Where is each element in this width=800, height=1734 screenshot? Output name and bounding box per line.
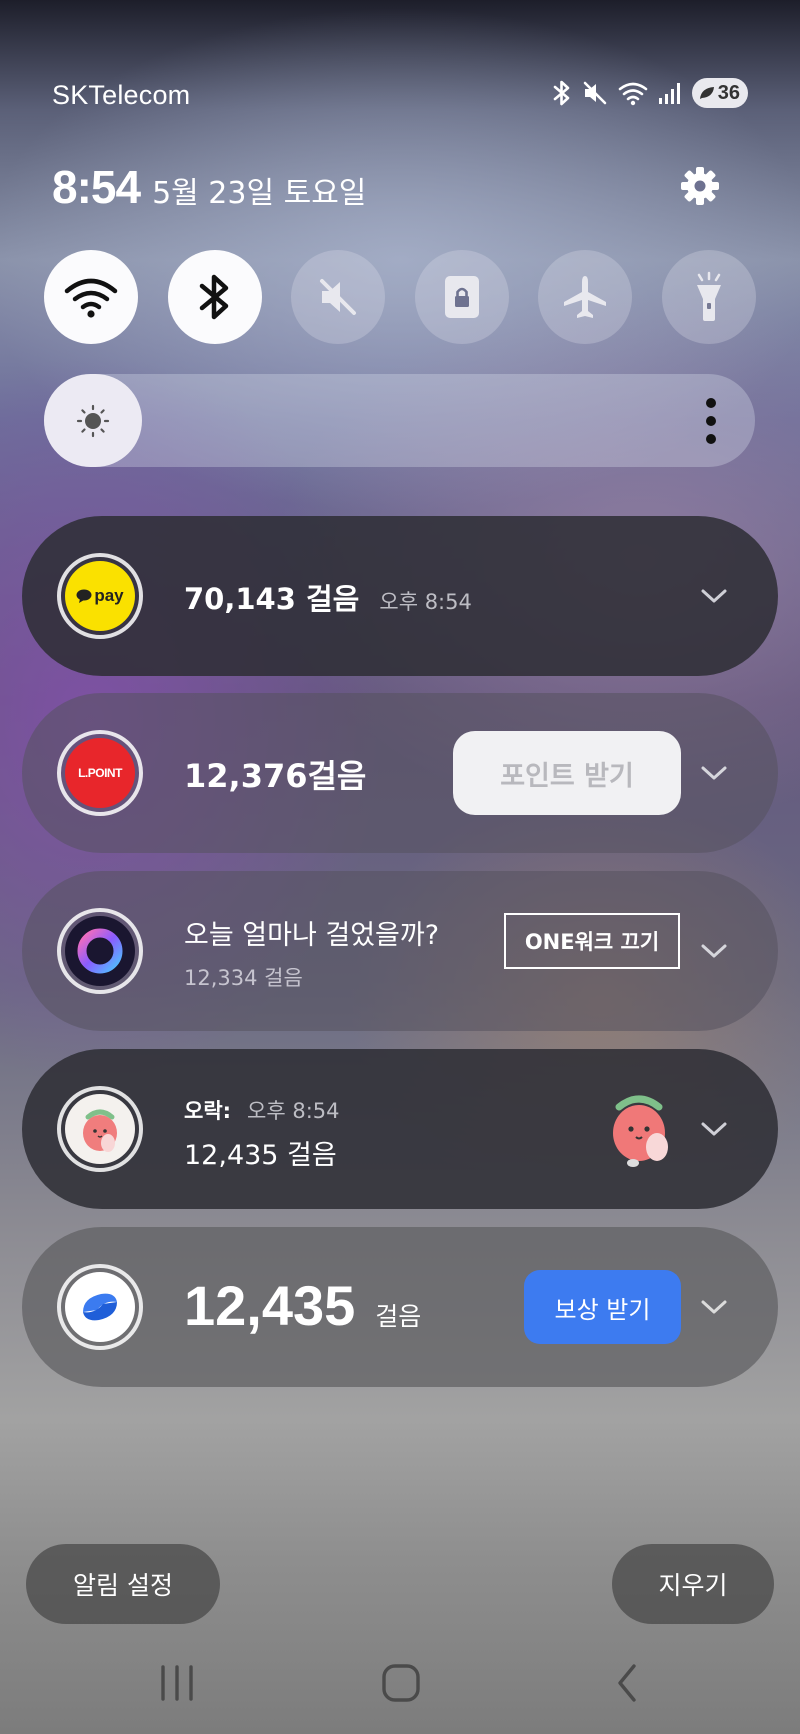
chevron-down-icon [701,766,727,780]
settings-button[interactable] [677,163,723,209]
screen-lock-icon [444,276,479,318]
get-reward-button[interactable]: 보상 받기 [524,1270,681,1344]
lpoint-icon: L.POINT [65,738,135,808]
expand-button[interactable] [696,1289,732,1325]
flashlight-icon [696,271,721,321]
carrier-label: SKTelecom [52,80,191,110]
app-ring: L.POINT [57,730,143,816]
mute-icon [582,80,608,106]
home-button[interactable] [371,1658,431,1708]
brightness-handle[interactable] [44,374,142,467]
bluetooth-icon [552,79,572,107]
bluetooth-toggle[interactable] [167,250,262,344]
onewalk-off-button[interactable]: ONE워크 끄기 [504,913,680,969]
notification-sender: 오락: [184,1099,232,1123]
notification-content: 70,143 걸음 오후 8:54 [184,576,472,618]
notification-content: 12,435 걸음 [184,1273,421,1338]
screen-lock-toggle[interactable] [414,250,509,344]
app-ring: pay [57,553,143,639]
notification-onewalk[interactable]: 오늘 얼마나 걸었을까? 12,334 걸음 ONE워크 끄기 [22,871,778,1031]
notification-subtitle: 12,334 걸음 [184,966,303,990]
kakaopay-icon-label: pay [94,586,124,605]
notification-kakaopay[interactable]: pay 70,143 걸음 오후 8:54 [22,516,778,676]
flashlight-toggle[interactable] [661,250,756,344]
back-button[interactable] [597,1658,657,1708]
status-icons: 36 [552,78,748,108]
notification-title: 70,143 걸음 [184,582,360,616]
expand-button[interactable] [696,1111,732,1147]
navigation-bar [0,1634,800,1734]
lpoint-icon-label: L.POINT [78,766,122,780]
expand-button[interactable] [696,933,732,969]
quick-toggles [44,250,756,344]
peach-character-icon [65,1094,135,1164]
notification-settings-button[interactable]: 알림 설정 [26,1544,220,1624]
notification-time: 오후 8:54 [247,1099,340,1123]
home-icon [382,1664,420,1702]
kakaopay-icon: pay [65,561,135,631]
notification-title: 12,435 걸음 [184,1140,337,1171]
chevron-down-icon [701,1122,727,1136]
step-count: 12,435 [184,1274,356,1337]
airplane-icon [564,276,607,318]
chevron-down-icon [701,944,727,958]
recent-apps-button[interactable] [147,1658,207,1708]
peach-character-image [597,1083,687,1173]
app-ring [57,908,143,994]
notification-content: 오락: 오후 8:54 12,435 걸음 [184,1095,340,1172]
wifi-icon [64,278,118,318]
more-options-icon[interactable] [703,398,719,444]
mute-toggle[interactable] [291,250,386,344]
notification-reward[interactable]: 12,435 걸음 보상 받기 [22,1227,778,1387]
get-points-button[interactable]: 포인트 받기 [453,731,681,815]
gear-icon [681,167,719,205]
chevron-down-icon [701,589,727,603]
brightness-slider[interactable] [44,374,755,467]
notification-time: 오후 8:54 [379,590,472,614]
battery-level: 36 [717,81,740,104]
step-unit: 걸음 [375,1302,422,1331]
app-ring [57,1086,143,1172]
wifi-icon [618,80,648,106]
notification-content: 오늘 얼마나 걸었을까? 12,334 걸음 [184,913,439,992]
expand-button[interactable] [696,578,732,614]
wifi-toggle[interactable] [44,250,138,344]
onewalk-icon [65,916,135,986]
mute-icon [320,279,357,315]
notification-orak[interactable]: 오락: 오후 8:54 12,435 걸음 [22,1049,778,1209]
back-icon [618,1664,636,1702]
notification-title: 오늘 얼마나 걸었을까? [184,920,440,951]
airplane-toggle[interactable] [538,250,633,344]
battery-icon: 36 [691,78,748,108]
notification-title: 12,376걸음 [184,757,367,795]
chevron-down-icon [701,1300,727,1314]
reward-app-icon [65,1272,135,1342]
signal-icon [658,81,682,105]
panel-header: 8:54 5월 23일 토요일 [52,160,366,214]
notification-lpoint[interactable]: L.POINT 12,376걸음 포인트 받기 [22,693,778,853]
notification-content: 12,376걸음 [184,751,366,797]
app-ring [57,1264,143,1350]
clock-date[interactable]: 5월 23일 토요일 [152,168,366,212]
clear-all-button[interactable]: 지우기 [612,1544,774,1624]
clock-time[interactable]: 8:54 [52,160,141,214]
expand-button[interactable] [696,755,732,791]
bluetooth-icon [199,274,228,320]
sun-icon [76,404,110,437]
recent-apps-icon [161,1665,193,1701]
